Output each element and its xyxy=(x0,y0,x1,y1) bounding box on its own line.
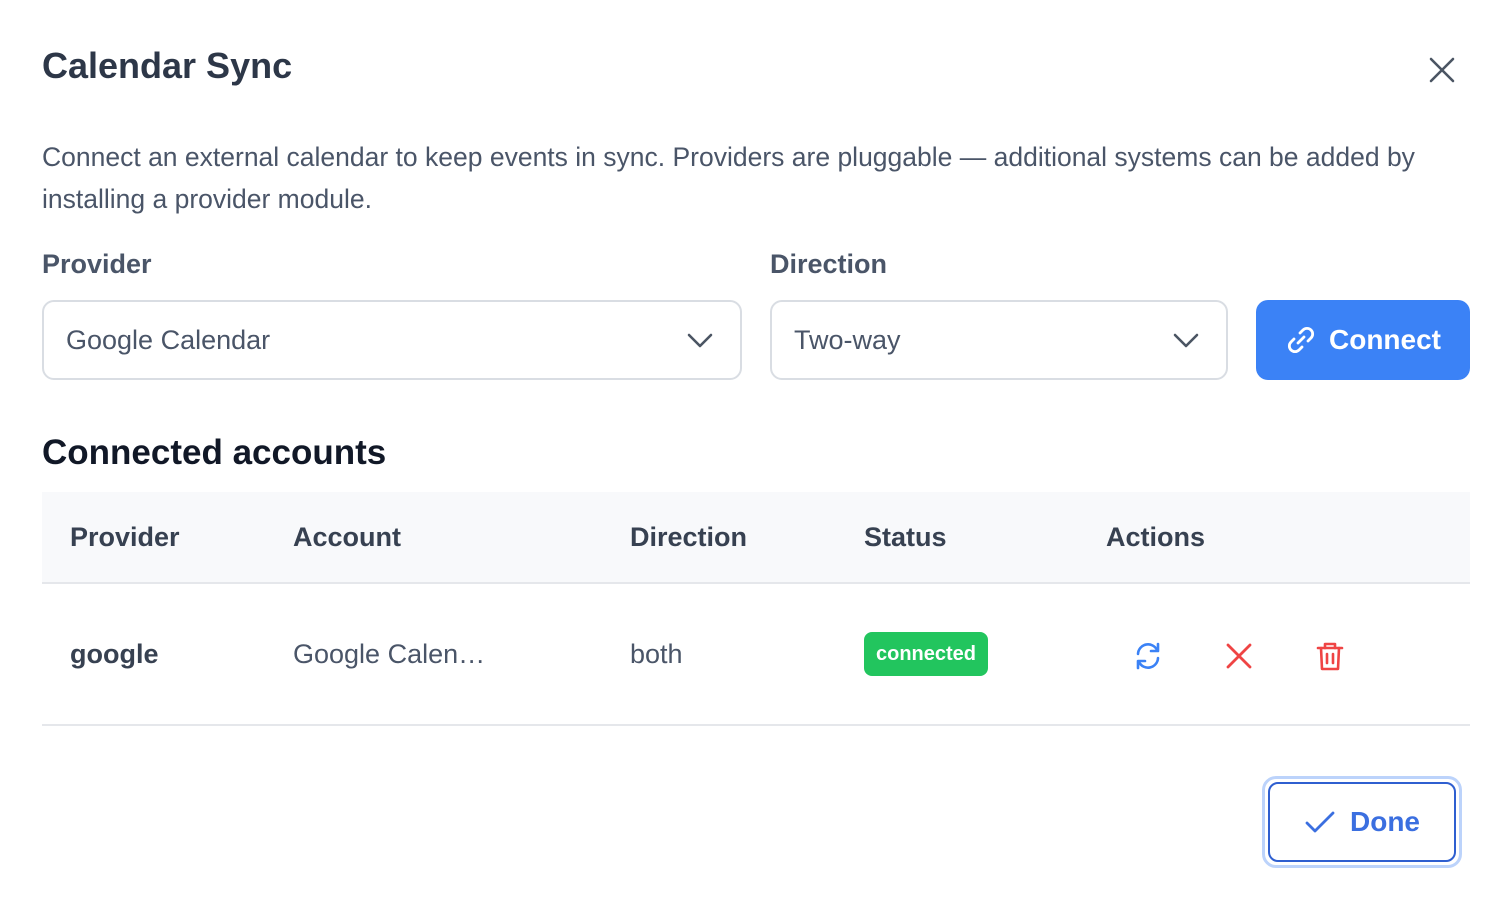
chevron-down-icon xyxy=(687,333,713,348)
close-icon xyxy=(1429,57,1455,83)
dialog-description: Connect an external calendar to keep eve… xyxy=(42,142,1415,214)
row-account: Google Calen… xyxy=(293,638,486,669)
direction-label: Direction xyxy=(770,249,888,279)
column-header-status: Status xyxy=(864,521,947,552)
close-button[interactable] xyxy=(1420,48,1464,92)
refresh-button[interactable] xyxy=(1126,634,1170,678)
calendar-sync-dialog: Calendar Sync Connect an external calend… xyxy=(0,0,1512,904)
table-header: Provider Account Direction Status Action… xyxy=(42,492,1470,584)
link-icon xyxy=(1287,326,1315,354)
refresh-icon xyxy=(1136,642,1160,670)
row-direction: both xyxy=(630,638,683,669)
connect-button[interactable]: Connect xyxy=(1256,300,1470,380)
done-button-inner: Done xyxy=(1268,782,1456,862)
direction-select-value: Two-way xyxy=(794,324,901,355)
column-header-provider: Provider xyxy=(70,521,180,552)
connect-button-label: Connect xyxy=(1329,324,1441,355)
dialog-title: Calendar Sync xyxy=(42,45,293,86)
column-header-actions: Actions xyxy=(1106,521,1206,552)
done-button-label: Done xyxy=(1350,806,1420,837)
check-icon xyxy=(1305,811,1335,833)
provider-select[interactable]: Google Calendar xyxy=(42,300,742,380)
status-badge: connected xyxy=(864,632,989,676)
column-header-direction: Direction xyxy=(630,521,748,552)
disconnect-icon xyxy=(1226,643,1252,669)
direction-select[interactable]: Two-way xyxy=(770,300,1228,380)
connected-accounts-title: Connected accounts xyxy=(42,433,387,472)
trash-icon xyxy=(1316,642,1344,671)
provider-label: Provider xyxy=(42,249,152,279)
row-status: connected xyxy=(864,584,989,724)
accounts-table: Provider Account Direction Status Action… xyxy=(42,492,1470,726)
disconnect-button[interactable] xyxy=(1217,634,1261,678)
table-row: google Google Calen… both connected xyxy=(42,584,1470,726)
delete-button[interactable] xyxy=(1308,634,1352,678)
provider-select-value: Google Calendar xyxy=(66,324,271,355)
column-header-account: Account xyxy=(293,521,401,552)
row-provider: google xyxy=(70,638,159,669)
chevron-down-icon xyxy=(1173,333,1199,348)
done-button[interactable]: Done xyxy=(1262,776,1462,868)
